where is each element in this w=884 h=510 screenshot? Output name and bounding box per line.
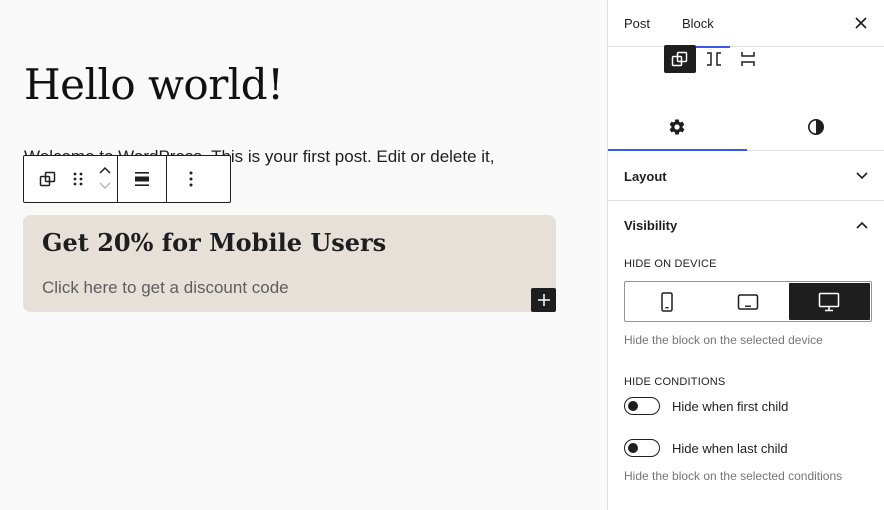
chevron-up-icon	[99, 166, 111, 174]
hide-conditions-help: Hide the block on the selected condition…	[624, 469, 843, 483]
move-up-button[interactable]	[98, 164, 112, 178]
chevron-down-icon	[99, 182, 111, 190]
panel-visibility-title: Visibility	[624, 217, 678, 233]
row-icon	[707, 52, 721, 66]
mobile-icon	[660, 291, 673, 312]
plus-icon	[537, 294, 550, 306]
toggle-knob	[628, 401, 638, 411]
panel-layout: Layout	[608, 152, 884, 201]
block-inserter-button[interactable]	[531, 288, 556, 312]
more-vertical-icon	[189, 171, 193, 187]
panel-visibility: Visibility HIDE ON DEVICE Hide the block…	[608, 201, 884, 510]
toolbar-options-group	[166, 156, 215, 202]
hide-last-child-toggle[interactable]: Hide when last child	[624, 439, 788, 457]
stack-icon	[741, 52, 755, 66]
block-type-button[interactable]	[33, 156, 63, 202]
styles-icon	[807, 119, 824, 135]
hide-last-child-label: Hide when last child	[672, 440, 788, 456]
options-button[interactable]	[176, 156, 206, 202]
toolbar-align-group	[117, 156, 166, 202]
group-paragraph[interactable]: Click here to get a discount code	[42, 278, 289, 298]
panel-layout-title: Layout	[624, 168, 667, 184]
group-icon	[671, 51, 688, 67]
toolbar-parent-group	[24, 156, 117, 202]
desktop-icon	[819, 292, 840, 311]
block-movers	[93, 156, 117, 202]
tab-block[interactable]: Block	[666, 0, 730, 48]
align-button[interactable]	[127, 156, 157, 202]
group-heading[interactable]: Get 20% for Mobile Users	[42, 228, 386, 257]
group-icon	[39, 171, 56, 187]
justify-icon	[135, 172, 149, 186]
tab-settings[interactable]	[608, 104, 747, 151]
toggle-switch[interactable]	[624, 439, 660, 457]
device-toggle-group	[624, 281, 872, 322]
toggle-knob	[628, 443, 638, 453]
block-variations	[664, 45, 764, 73]
sidebar-header: Post Block	[608, 0, 884, 48]
device-tablet-button[interactable]	[707, 283, 788, 320]
hide-first-child-toggle[interactable]: Hide when first child	[624, 397, 788, 415]
group-block[interactable]: Get 20% for Mobile Users Click here to g…	[23, 215, 556, 312]
tab-post[interactable]: Post	[624, 0, 650, 47]
settings-icon	[669, 119, 685, 135]
tab-block-label: Block	[682, 16, 714, 31]
move-down-button[interactable]	[98, 180, 112, 194]
chevron-down-icon	[856, 172, 868, 180]
device-desktop-button[interactable]	[788, 283, 870, 320]
device-mobile-button[interactable]	[626, 283, 707, 320]
block-toolbar	[23, 155, 231, 203]
close-icon[interactable]	[852, 14, 870, 32]
editor-canvas: Hello world! Welcome to WordPress. This …	[0, 0, 607, 510]
settings-sidebar: Post Block Layout Visibility HIDE ON DEV…	[607, 0, 884, 510]
chevron-up-icon	[856, 221, 868, 229]
drag-handle-button[interactable]	[63, 156, 93, 202]
drag-handle-icon	[73, 172, 83, 186]
hide-on-device-label: HIDE ON DEVICE	[624, 258, 717, 270]
variation-row-button[interactable]	[698, 45, 730, 73]
tablet-icon	[737, 293, 759, 310]
panel-visibility-toggle[interactable]: Visibility	[608, 201, 884, 249]
toggle-switch[interactable]	[624, 397, 660, 415]
hide-first-child-label: Hide when first child	[672, 398, 789, 414]
post-title[interactable]: Hello world!	[24, 60, 284, 109]
tab-styles[interactable]	[747, 104, 884, 150]
inspector-tabs	[608, 104, 884, 151]
hide-on-device-help: Hide the block on the selected device	[624, 333, 823, 347]
variation-group-button[interactable]	[664, 45, 696, 73]
variation-stack-button[interactable]	[732, 45, 764, 73]
panel-layout-toggle[interactable]: Layout	[608, 152, 884, 200]
hide-conditions-label: HIDE CONDITIONS	[624, 376, 726, 388]
